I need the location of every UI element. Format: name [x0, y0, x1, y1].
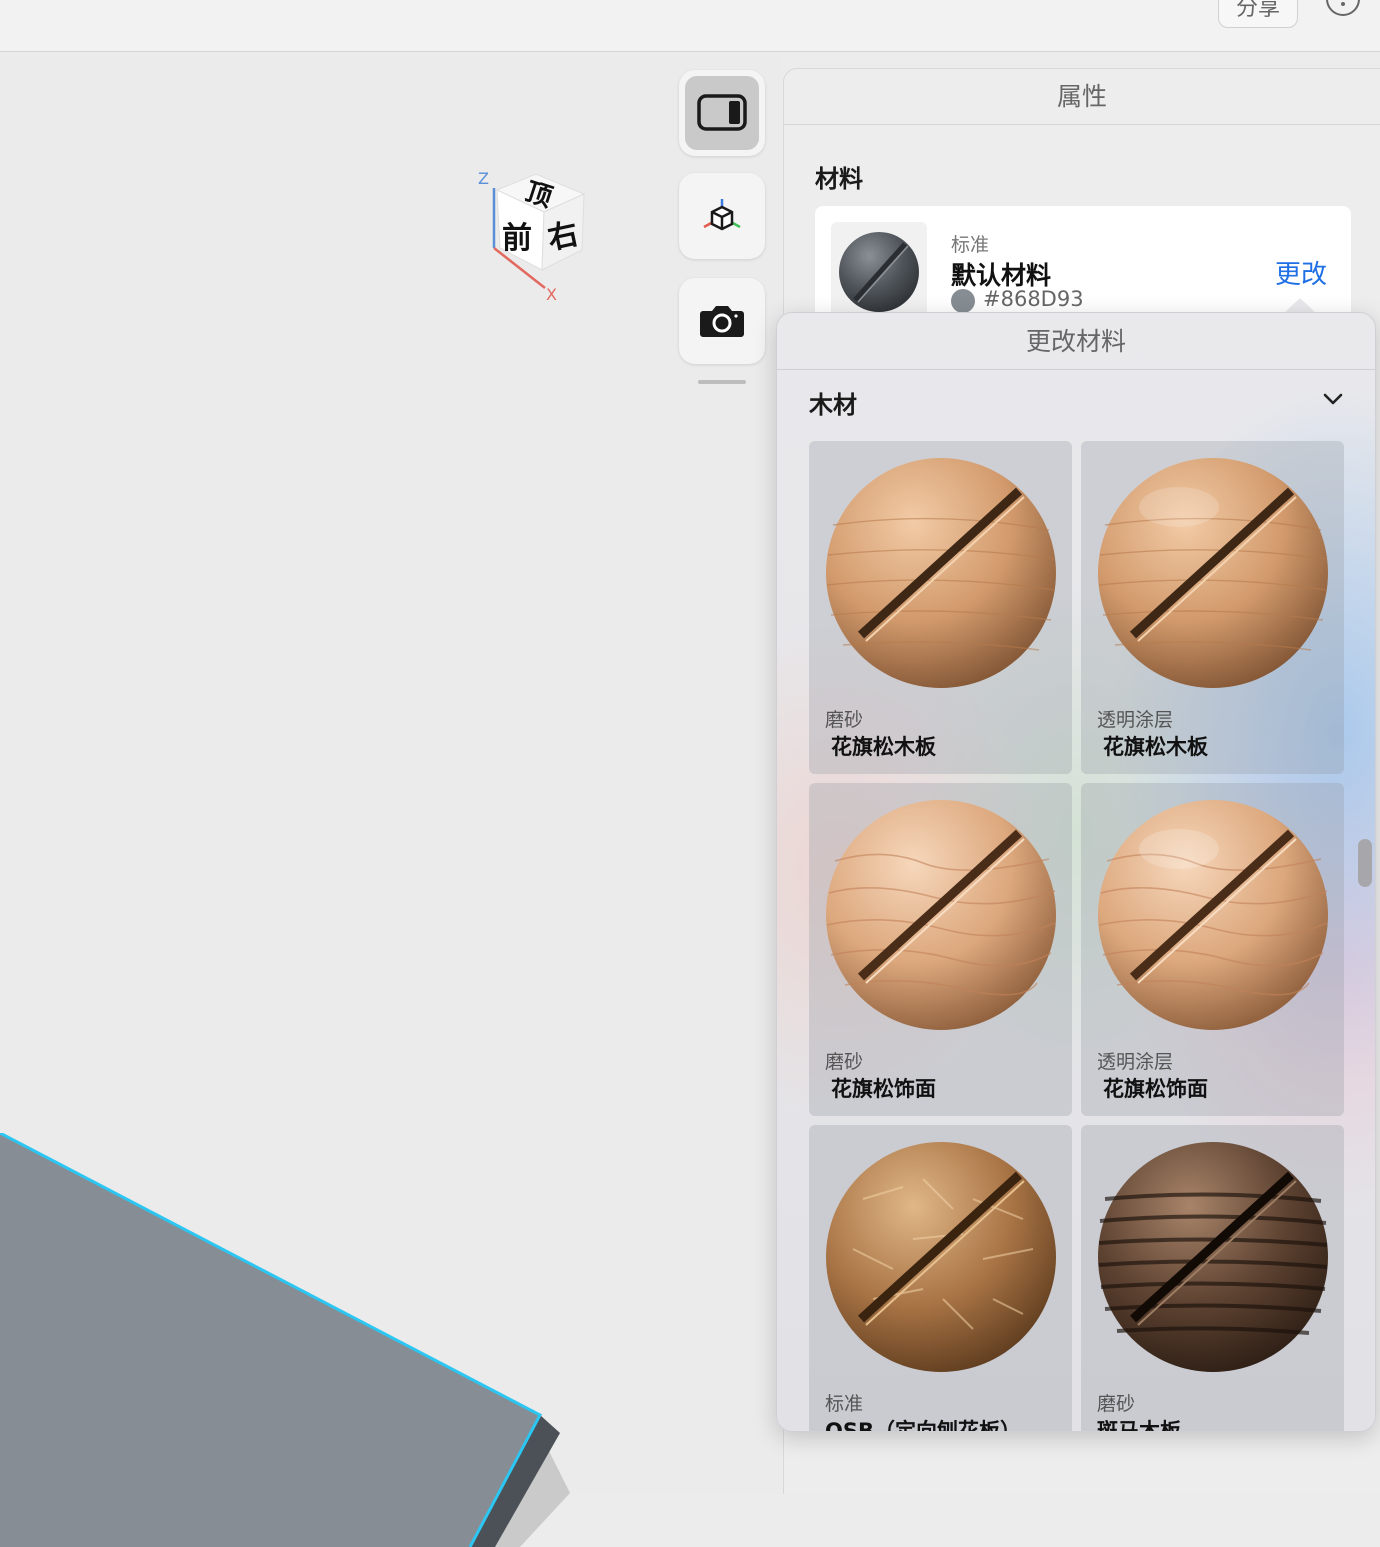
- x-axis-label: X: [546, 285, 557, 303]
- wood-sphere-icon: [1098, 800, 1328, 1030]
- top-toolbar: 分享: [0, 0, 1380, 52]
- tile-kind: 标准: [825, 1393, 864, 1415]
- material-section-title: 材料: [815, 165, 863, 193]
- selected-floor-object[interactable]: [0, 1133, 600, 1547]
- osb-sphere-icon: [826, 1142, 1056, 1372]
- material-kind: 标准: [951, 234, 990, 256]
- material-tile[interactable]: 透明涂层 花旗松木板: [1081, 441, 1344, 774]
- change-material-button[interactable]: 更改: [1275, 254, 1327, 291]
- material-color-swatch: [951, 289, 975, 313]
- info-icon[interactable]: [1326, 0, 1360, 16]
- tool-stack-handle[interactable]: [698, 380, 746, 384]
- category-label: 木材: [809, 391, 857, 419]
- tile-name: 花旗松饰面: [1103, 1077, 1208, 1101]
- view-cube[interactable]: Z X 顶 前 右: [470, 158, 600, 303]
- zebrawood-sphere-icon: [1098, 1142, 1328, 1372]
- change-material-popover: 更改材料 木材 磨砂 花旗松木板 透明涂层 花旗松木板 磨砂 花旗松饰面 透明涂…: [776, 312, 1376, 1432]
- tile-name: 花旗松木板: [831, 735, 936, 759]
- inspector-toggle-button[interactable]: [679, 70, 765, 156]
- tile-name: 花旗松饰面: [831, 1077, 936, 1101]
- tile-kind: 磨砂: [825, 1051, 864, 1073]
- share-button[interactable]: 分享: [1218, 0, 1298, 28]
- camera-icon: [700, 306, 744, 337]
- material-tile[interactable]: 磨砂 花旗松木板: [809, 441, 1072, 774]
- material-tile[interactable]: 磨砂 花旗松饰面: [809, 783, 1072, 1116]
- category-dropdown[interactable]: 木材: [777, 371, 1375, 435]
- z-axis-label: Z: [478, 169, 489, 188]
- tile-kind: 磨砂: [825, 709, 864, 731]
- tile-name: OSB（定向刨花板）: [825, 1419, 1021, 1431]
- transform-gizmo-icon: [703, 199, 741, 231]
- material-tile[interactable]: 透明涂层 花旗松饰面: [1081, 783, 1344, 1116]
- material-tile[interactable]: 磨砂 斑马木板: [1081, 1125, 1344, 1431]
- popover-arrow: [1284, 298, 1316, 313]
- popover-title: 更改材料: [777, 313, 1375, 370]
- material-color-hex: #868D93: [983, 287, 1084, 311]
- transform-tool-button[interactable]: [679, 173, 765, 259]
- chevron-down-icon: [1323, 393, 1343, 405]
- tile-name: 斑马木板: [1097, 1419, 1181, 1431]
- viewport-3d[interactable]: Z X 顶 前 右: [0, 53, 782, 1547]
- tile-kind: 透明涂层: [1097, 709, 1174, 731]
- properties-title: 属性: [784, 69, 1380, 125]
- floor-top[interactable]: [0, 1133, 540, 1547]
- material-thumbnail: [831, 222, 927, 318]
- tile-kind: 磨砂: [1097, 1393, 1136, 1415]
- gray-sphere-icon: [839, 232, 919, 312]
- wood-sphere-icon: [826, 800, 1056, 1030]
- cube-front-label: 前: [502, 221, 532, 256]
- sidebar-toggle-icon: [697, 94, 747, 131]
- tile-kind: 透明涂层: [1097, 1051, 1174, 1073]
- wood-sphere-icon: [826, 458, 1056, 688]
- material-tile[interactable]: 标准 OSB（定向刨花板）: [809, 1125, 1072, 1431]
- current-material-card[interactable]: 标准 默认材料 #868D93 更改: [815, 206, 1351, 326]
- material-grid: 磨砂 花旗松木板 透明涂层 花旗松木板 磨砂 花旗松饰面 透明涂层 花旗松饰面 …: [809, 441, 1345, 1431]
- capture-button[interactable]: [679, 278, 765, 364]
- tile-name: 花旗松木板: [1103, 735, 1208, 759]
- wood-sphere-icon: [1098, 458, 1328, 688]
- popover-scrollbar[interactable]: [1358, 839, 1372, 887]
